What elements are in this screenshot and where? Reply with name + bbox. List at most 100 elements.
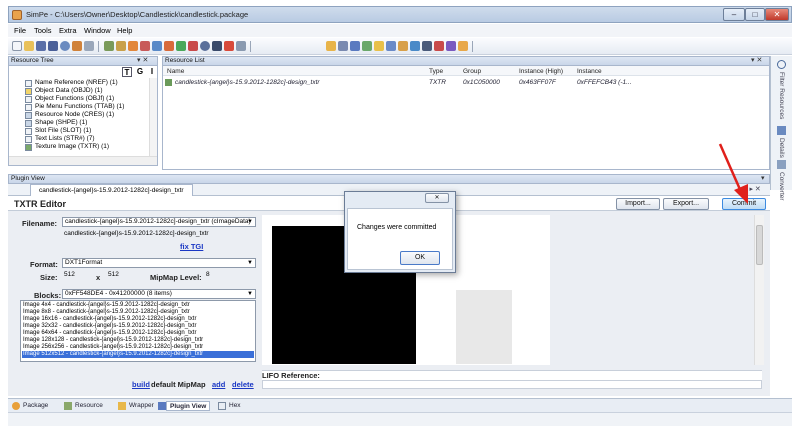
list-item[interactable]: Image 32x32 - candlestick-{angel}s-15.9.… [23,323,255,330]
tree-item-shpe[interactable]: Shape (SHPE) (1) [35,119,87,126]
tree-item-objd[interactable]: Object Data (OBJD) (1) [35,87,103,94]
photo-icon[interactable] [410,41,420,51]
menu-file[interactable]: File [14,26,26,35]
package-icon[interactable] [72,41,82,51]
column-header-instance-high[interactable]: Instance (High) [519,68,563,75]
filename-text[interactable]: candlestick-{angel}s-15.9.2012-1282c]-de… [64,230,209,237]
key-icon[interactable] [374,41,384,51]
list-item[interactable]: Image 8x8 - candlestick-{angel}s-15.9.20… [23,309,255,316]
sheet-icon[interactable] [386,41,396,51]
tree-item-nref[interactable]: Name Reference (NREF) (1) [35,79,118,86]
table-icon[interactable] [176,41,186,51]
list-item[interactable]: Image 128x128 - candlestick-{angel}s-15.… [23,337,255,344]
save-icon[interactable] [36,41,46,51]
bottom-tab-wrapper[interactable]: Wrapper [126,401,157,411]
tree-instance-button[interactable]: I [147,67,157,77]
build-link[interactable]: build [132,380,150,389]
resource-row-instance-high[interactable]: 0x463FF07F [519,79,556,86]
box-icon[interactable] [128,41,138,51]
menu-extra[interactable]: Extra [59,26,77,35]
bottom-tab-hex[interactable]: Hex [226,401,244,411]
blocks-dropdown[interactable]: 0xFF548DE4 - 0x41200000 (8 items) ▼ [62,289,256,299]
flag-icon[interactable] [164,41,174,51]
chart-icon[interactable] [188,41,198,51]
document-icon[interactable] [350,41,360,51]
list-item[interactable]: Image 4x4 - candlestick-{angel}s-15.9.20… [23,302,255,309]
resource-row-instance[interactable]: 0xFFEFCB43 (-1... [577,79,632,86]
dialog-ok-button[interactable]: OK [400,251,440,265]
user-icon[interactable] [212,41,222,51]
size-height-field[interactable]: 512 [108,271,119,278]
mipmap-block-list[interactable]: Image 4x4 - candlestick-{angel}s-15.9.20… [20,300,256,362]
resource-tree-pane-controls[interactable]: ▾ ✕ [137,57,148,65]
settings-icon[interactable] [84,41,94,51]
menu-help[interactable]: Help [117,26,132,35]
list-item-selected[interactable]: Image 512x512 - candlestick-{angel}s-15.… [22,351,254,358]
dock-tab-details[interactable]: Details [778,138,785,158]
bottom-tab-plugin-view[interactable]: Plugin View [166,401,211,411]
camera-icon[interactable] [422,41,432,51]
list-icon[interactable] [152,41,162,51]
tree-item-txtr[interactable]: Texture Image (TXTR) (1) [35,143,109,150]
preview-vertical-scrollbar[interactable] [754,215,764,365]
save-all-icon[interactable] [48,41,58,51]
maximize-button[interactable]: □ [745,8,765,21]
import-button[interactable]: Import... [616,198,660,210]
fix-tgi-link[interactable]: fix TGI [180,242,203,251]
bottom-tab-package[interactable]: Package [20,401,51,411]
link-icon[interactable] [236,41,246,51]
column-header-type[interactable]: Type [429,68,443,75]
tree-item-objf[interactable]: Object Functions (OBJf) (1) [35,95,114,102]
dock-tab-filter-resources[interactable]: Filter Resources [778,72,785,119]
add-link[interactable]: add [212,380,225,389]
tree-group-button[interactable]: G [135,67,145,77]
close-window-button[interactable]: ✕ [765,8,789,21]
lifo-reference-field[interactable] [262,380,762,389]
star-icon[interactable] [458,41,468,51]
tree-item-cres[interactable]: Resource Node (CRES) (1) [35,111,114,118]
menu-tools[interactable]: Tools [34,26,52,35]
tree-vertical-scrollbar[interactable] [149,78,157,156]
delete-icon[interactable] [224,41,234,51]
tree-item-ttab[interactable]: Pie Menu Functions (TTAB) (1) [35,103,124,110]
tree-type-button[interactable]: T [122,67,132,77]
resource-list-pane-controls[interactable]: ▾ ✕ [751,57,762,65]
tree-item-str[interactable]: Text Lists (STR#) (7) [35,135,95,142]
cut-icon[interactable] [398,41,408,51]
stack-icon[interactable] [362,41,372,51]
scrollbar-thumb[interactable] [756,225,763,265]
document-tab-candlestick[interactable]: candlestick-{angel}s-15.9.2012-1282c]-de… [30,184,193,196]
puzzle-icon[interactable] [446,41,456,51]
mipmap-level-field[interactable]: 8 [206,271,210,278]
menu-window[interactable]: Window [84,26,111,35]
new-file-icon[interactable] [12,41,22,51]
refresh-icon[interactable] [200,41,210,51]
tag-icon[interactable] [434,41,444,51]
resource-row-type[interactable]: TXTR [429,79,446,86]
bottom-tab-resource[interactable]: Resource [72,401,106,411]
format-dropdown[interactable]: DXT1Format ▼ [62,258,256,268]
globe-icon[interactable] [60,41,70,51]
tool-icon[interactable] [140,41,150,51]
tree-horizontal-scrollbar[interactable] [9,156,157,165]
grid-icon[interactable] [116,41,126,51]
folder-icon[interactable] [326,41,336,51]
dialog-close-button[interactable]: ✕ [425,193,449,203]
image-icon[interactable] [104,41,114,51]
minimize-button[interactable]: – [723,8,745,21]
list-item[interactable]: Image 16x16 - candlestick-{angel}s-15.9.… [23,316,255,323]
open-folder-icon[interactable] [24,41,34,51]
list-item[interactable]: Image 64x64 - candlestick-{angel}s-15.9.… [23,330,255,337]
column-header-group[interactable]: Group [463,68,481,75]
plugin-view-pane-controls[interactable]: ▾ [761,175,765,183]
list-item[interactable]: Image 256x256 - candlestick-{angel}s-15.… [23,344,255,351]
size-width-field[interactable]: 512 [64,271,75,278]
dock-tab-converter[interactable]: Converter [778,172,785,201]
resource-row-group[interactable]: 0x1C050000 [463,79,500,86]
monitor-icon[interactable] [338,41,348,51]
resource-row-name[interactable]: candlestick-{angel}s-15.9.2012-1282c]-de… [175,79,320,86]
column-header-instance[interactable]: Instance [577,68,602,75]
tree-item-slot[interactable]: Slot File (SLOT) (1) [35,127,91,134]
delete-link[interactable]: delete [232,380,254,389]
filename-dropdown[interactable]: candlestick-{angel}s-15.9.2012-1282c]-de… [62,217,256,227]
